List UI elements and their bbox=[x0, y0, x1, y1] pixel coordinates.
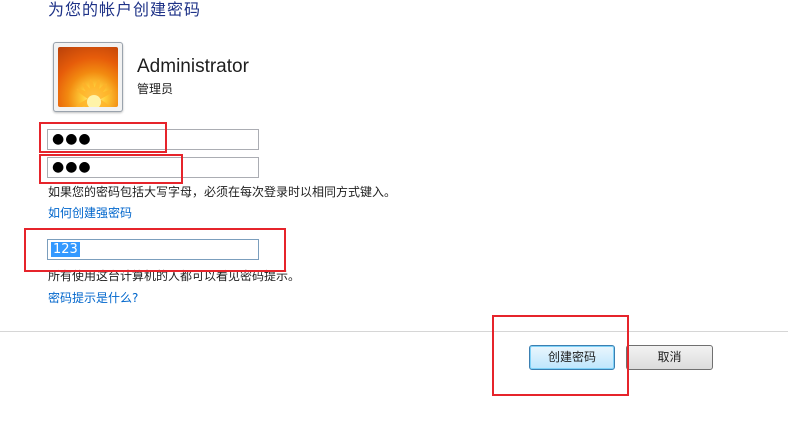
user-avatar bbox=[53, 42, 123, 112]
page-heading: 为您的帐户创建密码 bbox=[48, 0, 202, 19]
caps-note: 如果您的密码包括大写字母，必须在每次登录时以相同方式键入。 bbox=[48, 185, 397, 199]
hint-note: 所有使用这台计算机的人都可以看见密码提示。 bbox=[48, 269, 301, 283]
confirm-password-field[interactable]: ●●● bbox=[47, 157, 259, 178]
password-hint-field[interactable]: 123 bbox=[47, 239, 259, 260]
footer-divider bbox=[0, 331, 788, 332]
confirm-password-value: ●●● bbox=[52, 159, 92, 175]
user-name: Administrator bbox=[137, 56, 249, 77]
password-hint-value: 123 bbox=[51, 242, 80, 257]
flower-avatar-icon bbox=[58, 47, 118, 107]
hint-help-link[interactable]: 密码提示是什么? bbox=[48, 289, 138, 306]
new-password-field[interactable]: ●●● bbox=[47, 129, 259, 150]
cancel-button[interactable]: 取消 bbox=[626, 345, 713, 370]
create-password-button[interactable]: 创建密码 bbox=[529, 345, 615, 370]
user-role: 管理员 bbox=[137, 82, 174, 96]
new-password-value: ●●● bbox=[52, 131, 92, 147]
strong-password-link[interactable]: 如何创建强密码 bbox=[48, 204, 132, 221]
